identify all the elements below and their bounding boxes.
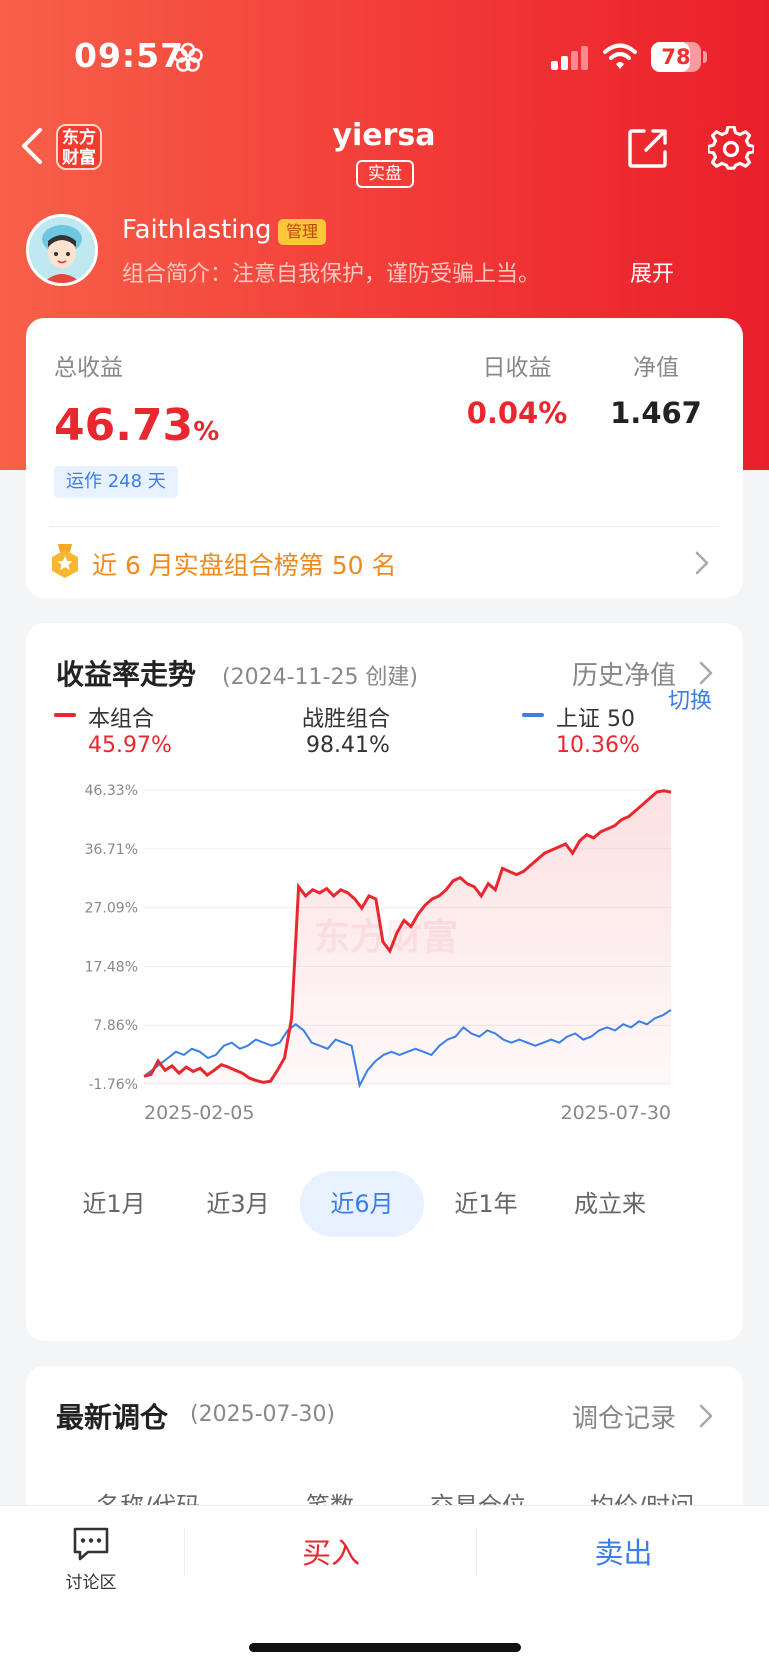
divider	[184, 1528, 185, 1576]
x-end-label: 2025-07-30	[561, 1102, 671, 1124]
manager-tag: 管理	[278, 219, 327, 245]
legend-line-portfolio	[54, 713, 76, 717]
medal-icon	[52, 544, 78, 578]
battery-icon: 78	[651, 42, 701, 72]
period-tab-all[interactable]: 成立来	[548, 1171, 672, 1237]
owner-name[interactable]: Faithlasting	[122, 215, 272, 245]
signal-icon	[551, 46, 588, 70]
expand-link[interactable]: 展开	[630, 256, 674, 288]
status-time: 09:57	[74, 36, 185, 75]
chat-icon[interactable]	[72, 1526, 110, 1562]
avatar-image	[29, 217, 95, 283]
divider	[50, 526, 719, 527]
nav-value: 1.467	[610, 396, 702, 430]
share-icon[interactable]	[626, 126, 670, 170]
rebalance-history-link[interactable]: 调仓记录	[572, 1398, 676, 1435]
logo-line-1: 东方	[62, 128, 96, 148]
y-tick-label: 7.86%	[94, 1018, 138, 1034]
total-return-unit: %	[193, 417, 220, 447]
total-return-label: 总收益	[54, 355, 123, 381]
battery-tip	[703, 51, 707, 63]
live-badge: 实盘	[356, 160, 414, 188]
history-nav-link[interactable]: 历史净值	[572, 655, 676, 692]
eastmoney-logo[interactable]: 东方 财富	[56, 124, 102, 170]
legend-value-beat: 98.41%	[306, 733, 390, 758]
avatar[interactable]	[26, 214, 98, 286]
y-tick-label: 46.33%	[85, 783, 138, 799]
legend-line-index	[522, 713, 544, 717]
switch-link[interactable]: 切换	[668, 683, 712, 715]
legend-name-index: 上证 50	[556, 707, 635, 732]
y-tick-label: 17.48%	[85, 959, 138, 975]
daily-return-value: 0.04%	[466, 396, 568, 430]
period-tab-6m[interactable]: 近6月	[300, 1171, 424, 1237]
total-return-number: 46.73	[54, 400, 194, 451]
battery-percent: 78	[661, 45, 691, 69]
period-tab-1m[interactable]: 近1月	[52, 1171, 176, 1237]
divider	[476, 1528, 477, 1576]
portfolio-description: 组合简介：注意自我保护，谨防受骗上当。	[122, 262, 541, 287]
period-tab-3m[interactable]: 近3月	[176, 1171, 300, 1237]
daily-return-label: 日收益	[482, 355, 552, 381]
run-days-badge: 运作 248 天	[54, 466, 178, 498]
portfolio-area	[144, 790, 671, 1084]
sell-button[interactable]: 卖出	[478, 1518, 769, 1588]
buy-button[interactable]: 买入	[186, 1518, 476, 1588]
created-date: (2024-11-25 创建)	[222, 665, 419, 690]
rebalance-title: 最新调仓	[56, 1401, 169, 1434]
rank-text[interactable]: 近 6 月实盘组合榜第 50 名	[92, 546, 397, 582]
legend-value-portfolio: 45.97%	[88, 733, 172, 758]
x-start-label: 2025-02-05	[144, 1102, 254, 1124]
total-return-value: 46.73%	[54, 400, 219, 451]
nav-label: 净值	[633, 355, 679, 381]
rebalance-date: (2025-07-30)	[190, 1402, 336, 1427]
y-tick-label: -1.76%	[88, 1077, 138, 1093]
back-arrow-icon[interactable]	[18, 126, 48, 166]
logo-line-2: 财富	[62, 148, 96, 168]
chevron-right-icon[interactable]	[694, 550, 710, 576]
bottom-action-bar: 讨论区 买入 卖出	[0, 1505, 769, 1665]
home-indicator[interactable]	[249, 1643, 521, 1652]
portfolio-title: yiersa	[332, 118, 436, 153]
legend-value-index: 10.36%	[556, 733, 640, 758]
return-trend-card: 收益率走势 (2024-11-25 创建) 历史净值 本组合 45.97% 战胜…	[26, 623, 743, 1341]
y-tick-label: 27.09%	[85, 901, 138, 917]
period-tab-1y[interactable]: 近1年	[424, 1171, 548, 1237]
trend-title: 收益率走势	[56, 658, 197, 691]
chevron-right-icon[interactable]	[698, 1403, 714, 1429]
flower-icon	[173, 42, 203, 72]
y-tick-label: 36.71%	[85, 842, 138, 858]
discussion-label[interactable]: 讨论区	[56, 1568, 126, 1593]
summary-card: 总收益 46.73% 日收益 0.04% 净值 1.467 运作 248 天 近…	[26, 318, 743, 598]
gear-icon[interactable]	[708, 126, 754, 172]
wifi-icon	[603, 43, 637, 69]
return-chart[interactable]: 46.33%36.71%27.09%17.48%7.86%-1.76% 东方财富…	[26, 773, 743, 1153]
legend-name-portfolio: 本组合	[88, 707, 155, 732]
legend-name-beat: 战胜组合	[302, 707, 391, 732]
